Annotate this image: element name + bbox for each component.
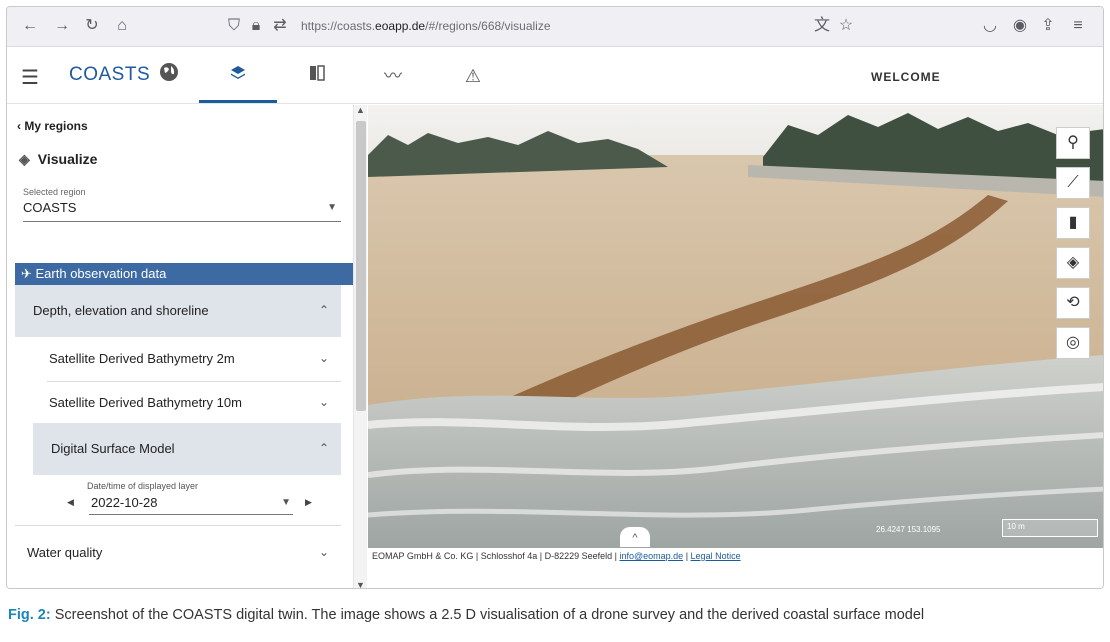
permissions-icon: ⇄ [273, 17, 287, 34]
chevron-down-icon: ⌄ [318, 545, 329, 559]
figure-caption: Fig. 2: Screenshot of the COASTS digital… [8, 604, 1098, 626]
lock-icon: 🔒︎ [251, 17, 261, 34]
coordinates-readout: 26.4247 153.1095 [876, 525, 941, 534]
caption-text: Screenshot of the COASTS digital twin. T… [50, 607, 925, 623]
date-label: Date/time of displayed layer [87, 481, 199, 491]
accordion-depth-elevation[interactable]: Depth, elevation and shoreline ⌃ [15, 285, 341, 337]
globe-icon[interactable] [153, 62, 185, 90]
browser-toolbar: ← → ↻ ⌂ ⛉ 🔒︎ ⇄ https://coasts.eoapp.de/#… [7, 7, 1103, 47]
date-selector: ◀ 2022-10-28 ▼ ▶ [67, 495, 313, 517]
my-regions-link[interactable]: ‹ My regions [17, 119, 88, 133]
app-window: ← → ↻ ⌂ ⛉ 🔒︎ ⇄ https://coasts.eoapp.de/#… [6, 6, 1104, 589]
layers-icon[interactable]: ◈ [1056, 247, 1090, 279]
chevron-down-icon: ⌄ [318, 351, 329, 365]
history-icon[interactable]: ⟲ [1056, 287, 1090, 319]
figure-label: Fig. 2: [8, 607, 51, 623]
scale-bar: 10 m [1002, 519, 1098, 537]
bookmark-star-icon[interactable]: ☆ [835, 15, 857, 37]
divider [15, 525, 341, 526]
address-bar[interactable]: ⛉ 🔒︎ ⇄ https://coasts.eoapp.de/#/regions… [223, 13, 853, 41]
sidebar-scrollbar[interactable]: ▲ ▼ [353, 105, 367, 588]
app-title: COASTS [69, 64, 151, 85]
accordion-digital-surface-model[interactable]: Digital Surface Model ⌃ [33, 423, 341, 475]
date-select[interactable]: 2022-10-28 ▼ [89, 495, 293, 515]
visualize-heading: ◈ Visualize [19, 151, 98, 167]
accordion-water-quality[interactable]: Water quality ⌄ [27, 545, 333, 567]
trend-icon[interactable]: 〰 [377, 62, 409, 90]
scroll-up-icon[interactable]: ▲ [356, 105, 365, 115]
dropdown-caret-icon: ▼ [281, 497, 291, 508]
email-link[interactable]: info@eomap.de [619, 551, 683, 561]
back-arrow-icon[interactable]: ← [19, 15, 41, 37]
map-footer: EOMAP GmbH & Co. KG | Schlosshof 4a | D-… [368, 548, 1103, 588]
compare-icon[interactable] [301, 62, 333, 90]
drone-survey-render [368, 105, 1103, 548]
chart-icon[interactable]: ⟋ [1056, 167, 1090, 199]
translate-icon[interactable]: 文 [811, 15, 833, 37]
account-icon[interactable]: ◉ [1009, 15, 1031, 37]
app-header: ☰ COASTS 〰 ⚠ WELCOME [7, 48, 1103, 104]
chevron-up-icon: ⌃ [318, 303, 329, 317]
accordion-sdb-2m[interactable]: Satellite Derived Bathymetry 2m ⌄ [49, 351, 333, 373]
scroll-thumb[interactable] [356, 121, 366, 411]
divider [47, 381, 341, 382]
hamburger-menu-icon[interactable]: ☰ [21, 65, 39, 90]
reload-icon[interactable]: ↻ [81, 15, 103, 37]
pocket-icon[interactable]: ◡ [979, 15, 1001, 37]
share-icon[interactable]: ⇪ [1037, 15, 1059, 37]
dropdown-caret-icon: ▼ [327, 202, 337, 213]
sidebar: ‹ My regions ◈ Visualize Selected region … [7, 105, 353, 588]
url-text: https://coasts.eoapp.de/#/regions/668/vi… [301, 19, 551, 33]
selected-region-select[interactable]: COASTS ▼ [23, 200, 341, 222]
accordion-sdb-10m[interactable]: Satellite Derived Bathymetry 10m ⌄ [49, 395, 333, 417]
legal-notice-link[interactable]: Legal Notice [691, 551, 741, 561]
expand-panel-icon[interactable]: ^ [620, 527, 650, 547]
company-info: EOMAP GmbH & Co. KG | Schlosshof 4a | D-… [372, 551, 617, 561]
active-tab-indicator [199, 100, 277, 103]
earth-observation-header: ✈︎ Earth observation data [15, 263, 353, 285]
selected-region-label: Selected region [23, 187, 86, 197]
location-pin-icon[interactable]: ⚲ [1056, 127, 1090, 159]
satellite-icon: ✈︎ [21, 266, 36, 281]
chevron-down-icon: ⌄ [318, 395, 329, 409]
warning-icon[interactable]: ⚠ [457, 62, 489, 90]
next-date-icon[interactable]: ▶ [305, 497, 312, 508]
browser-menu-icon[interactable]: ≡ [1067, 15, 1089, 37]
footer-separator: | [685, 551, 689, 561]
chevron-up-icon: ⌃ [318, 441, 329, 455]
home-icon[interactable]: ⌂ [111, 15, 133, 37]
welcome-label[interactable]: WELCOME [871, 70, 941, 84]
locate-icon[interactable]: ◎ [1056, 327, 1090, 359]
layers-tab-icon[interactable] [222, 62, 254, 90]
previous-date-icon[interactable]: ◀ [67, 497, 74, 508]
layers-icon: ◈ [19, 151, 30, 167]
shield-icon: ⛉ [227, 17, 240, 34]
scroll-down-icon[interactable]: ▼ [356, 580, 365, 588]
map-3d-view[interactable]: ⚲ ⟋ ▮ ◈ ⟲ ◎ 26.4247 153.1095 10 m ^ [368, 105, 1103, 548]
forward-arrow-icon[interactable]: → [51, 15, 73, 37]
map-icon[interactable]: ▮ [1056, 207, 1090, 239]
